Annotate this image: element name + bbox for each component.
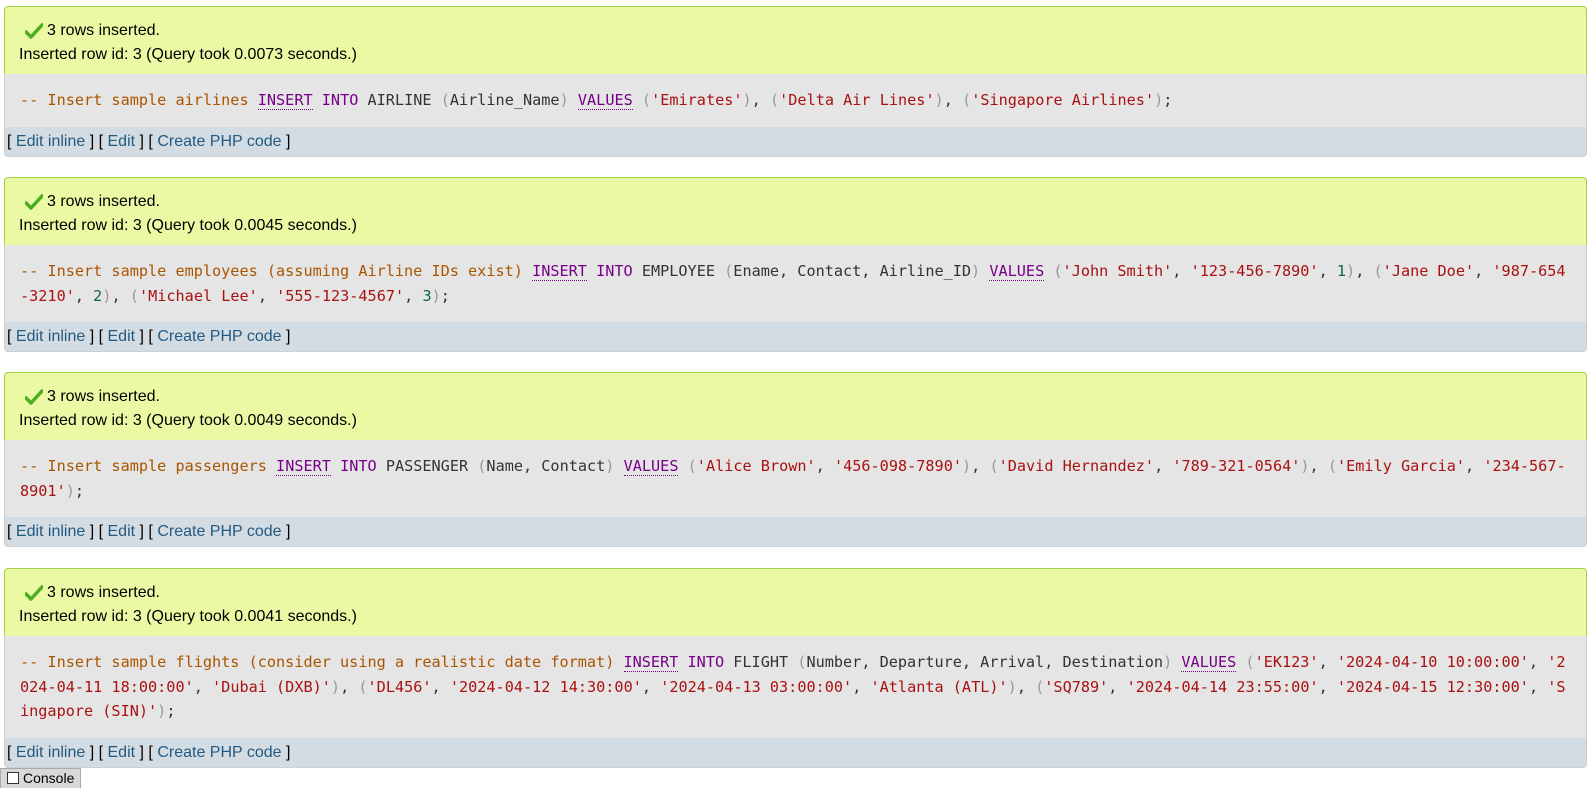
query-result-2: 3 rows inserted. Inserted row id: 3 (Que… bbox=[4, 177, 1587, 352]
query-result-1: 3 rows inserted. Inserted row id: 3 (Que… bbox=[4, 6, 1587, 157]
sql-value: '555-123-4567' bbox=[276, 286, 405, 305]
console-tab[interactable]: Console bbox=[0, 768, 82, 788]
sql-keyword-into: INTO bbox=[687, 653, 725, 671]
success-message: 3 rows inserted. bbox=[47, 193, 160, 210]
sql-comment: -- Insert sample employees (assuming Air… bbox=[20, 262, 523, 280]
sql-columns: Name, Contact bbox=[486, 457, 606, 475]
sql-value: 'Atlanta (ATL)' bbox=[870, 677, 1008, 696]
edit-inline-link[interactable]: Edit inline bbox=[16, 328, 85, 345]
sql-value: 'Emirates' bbox=[651, 91, 743, 109]
sql-value: 'DL456' bbox=[367, 677, 432, 696]
checkmark-icon bbox=[25, 194, 43, 210]
sql-keyword-into: INTO bbox=[340, 457, 377, 475]
sql-query[interactable]: -- Insert sample flights (consider using… bbox=[4, 636, 1587, 738]
sql-value: 'John Smith' bbox=[1062, 262, 1173, 280]
sql-keyword-insert[interactable]: INSERT bbox=[276, 457, 331, 476]
sql-keyword-into: INTO bbox=[321, 91, 359, 109]
edit-link[interactable]: Edit bbox=[108, 523, 136, 540]
sql-keyword-into: INTO bbox=[596, 262, 633, 280]
sql-value: '123-456-7890' bbox=[1190, 262, 1319, 280]
query-detail: Inserted row id: 3 (Query took 0.0073 se… bbox=[19, 46, 357, 63]
sql-keyword-values[interactable]: VALUES bbox=[577, 91, 633, 110]
sql-value: '2024-04-15 12:30:00' bbox=[1336, 677, 1529, 696]
sql-columns: Ename, Contact, Airline_ID bbox=[733, 262, 972, 280]
edit-inline-link[interactable]: Edit inline bbox=[16, 133, 85, 150]
sql-value: '456-098-7890' bbox=[833, 457, 962, 475]
query-result-4: 3 rows inserted. Inserted row id: 3 (Que… bbox=[4, 568, 1587, 768]
sql-keyword-values[interactable]: VALUES bbox=[1181, 653, 1237, 672]
sql-value: '2024-04-13 03:00:00' bbox=[660, 677, 853, 696]
create-php-code-link[interactable]: Create PHP code bbox=[157, 744, 281, 761]
success-message: 3 rows inserted. bbox=[47, 388, 160, 405]
edit-inline-link[interactable]: Edit inline bbox=[16, 744, 85, 761]
sql-query[interactable]: -- Insert sample passengers INSERT INTO … bbox=[4, 440, 1587, 517]
checkmark-icon bbox=[25, 389, 43, 405]
sql-columns: Number, Departure, Arrival, Destination bbox=[806, 653, 1164, 671]
edit-link[interactable]: Edit bbox=[108, 328, 136, 345]
query-detail: Inserted row id: 3 (Query took 0.0049 se… bbox=[19, 412, 357, 429]
sql-value: 'Emily Garcia' bbox=[1337, 457, 1466, 475]
create-php-code-link[interactable]: Create PHP code bbox=[157, 133, 281, 150]
sql-comment: -- Insert sample flights (consider using… bbox=[20, 653, 615, 671]
success-message: 3 rows inserted. bbox=[47, 584, 160, 601]
sql-value: '2024-04-14 23:55:00' bbox=[1126, 677, 1319, 696]
sql-value: '2024-04-10 10:00:00' bbox=[1336, 653, 1529, 671]
checkmark-icon bbox=[25, 23, 43, 39]
sql-table-name: FLIGHT bbox=[733, 653, 789, 671]
checkmark-icon bbox=[25, 585, 43, 601]
edit-link[interactable]: Edit bbox=[108, 133, 136, 150]
success-message-box: 3 rows inserted. Inserted row id: 3 (Que… bbox=[4, 6, 1587, 74]
sql-columns: Airline_Name bbox=[449, 91, 560, 109]
sql-query[interactable]: -- Insert sample airlines INSERT INTO AI… bbox=[4, 74, 1587, 127]
result-actions: [ Edit inline ] [ Edit ] [ Create PHP co… bbox=[4, 322, 1587, 352]
success-message-box: 3 rows inserted. Inserted row id: 3 (Que… bbox=[4, 372, 1587, 440]
sql-value: 'Delta Air Lines' bbox=[779, 91, 935, 109]
console-toggle-icon bbox=[7, 772, 19, 784]
sql-table-name: PASSENGER bbox=[385, 457, 469, 475]
query-results-page: 3 rows inserted. Inserted row id: 3 (Que… bbox=[0, 0, 1592, 788]
sql-value: 3 bbox=[422, 286, 432, 305]
query-result-3: 3 rows inserted. Inserted row id: 3 (Que… bbox=[4, 372, 1587, 547]
create-php-code-link[interactable]: Create PHP code bbox=[157, 328, 281, 345]
query-detail: Inserted row id: 3 (Query took 0.0041 se… bbox=[19, 608, 357, 625]
edit-link[interactable]: Edit bbox=[108, 744, 136, 761]
sql-value: 1 bbox=[1336, 262, 1347, 280]
success-message: 3 rows inserted. bbox=[47, 22, 160, 39]
sql-value: 'SQ789' bbox=[1044, 677, 1109, 696]
sql-value: 'EK123' bbox=[1254, 653, 1319, 671]
query-detail: Inserted row id: 3 (Query took 0.0045 se… bbox=[19, 217, 357, 234]
create-php-code-link[interactable]: Create PHP code bbox=[157, 523, 281, 540]
sql-value: 'Jane Doe' bbox=[1382, 262, 1475, 280]
sql-table-name: EMPLOYEE bbox=[641, 262, 715, 280]
sql-value: 2 bbox=[93, 286, 103, 305]
sql-comment: -- Insert sample airlines bbox=[20, 91, 249, 109]
success-message-box: 3 rows inserted. Inserted row id: 3 (Que… bbox=[4, 568, 1587, 636]
sql-value: 'Alice Brown' bbox=[696, 457, 816, 475]
sql-keyword-values[interactable]: VALUES bbox=[989, 262, 1045, 281]
success-message-box: 3 rows inserted. Inserted row id: 3 (Que… bbox=[4, 177, 1587, 245]
sql-keyword-insert[interactable]: INSERT bbox=[257, 91, 313, 110]
sql-query[interactable]: -- Insert sample employees (assuming Air… bbox=[4, 245, 1587, 322]
sql-value: 'Dubai (DXB)' bbox=[212, 677, 331, 696]
console-label: Console bbox=[23, 770, 75, 786]
result-actions: [ Edit inline ] [ Edit ] [ Create PHP co… bbox=[4, 126, 1587, 157]
sql-value: 'Michael Lee' bbox=[138, 286, 258, 305]
sql-comment: -- Insert sample passengers bbox=[20, 457, 267, 475]
sql-value: 'Singapore Airlines' bbox=[971, 91, 1155, 109]
sql-keyword-values[interactable]: VALUES bbox=[623, 457, 679, 476]
sql-value: '2024-04-12 14:30:00' bbox=[449, 677, 642, 696]
result-actions: [ Edit inline ] [ Edit ] [ Create PHP co… bbox=[4, 737, 1587, 768]
sql-keyword-insert[interactable]: INSERT bbox=[623, 653, 679, 672]
result-actions: [ Edit inline ] [ Edit ] [ Create PHP co… bbox=[4, 517, 1587, 547]
sql-value: '789-321-0564' bbox=[1172, 457, 1301, 475]
sql-table-name: AIRLINE bbox=[367, 91, 432, 109]
sql-value: 'David Hernandez' bbox=[998, 457, 1155, 475]
edit-inline-link[interactable]: Edit inline bbox=[16, 523, 85, 540]
sql-keyword-insert[interactable]: INSERT bbox=[532, 262, 587, 281]
